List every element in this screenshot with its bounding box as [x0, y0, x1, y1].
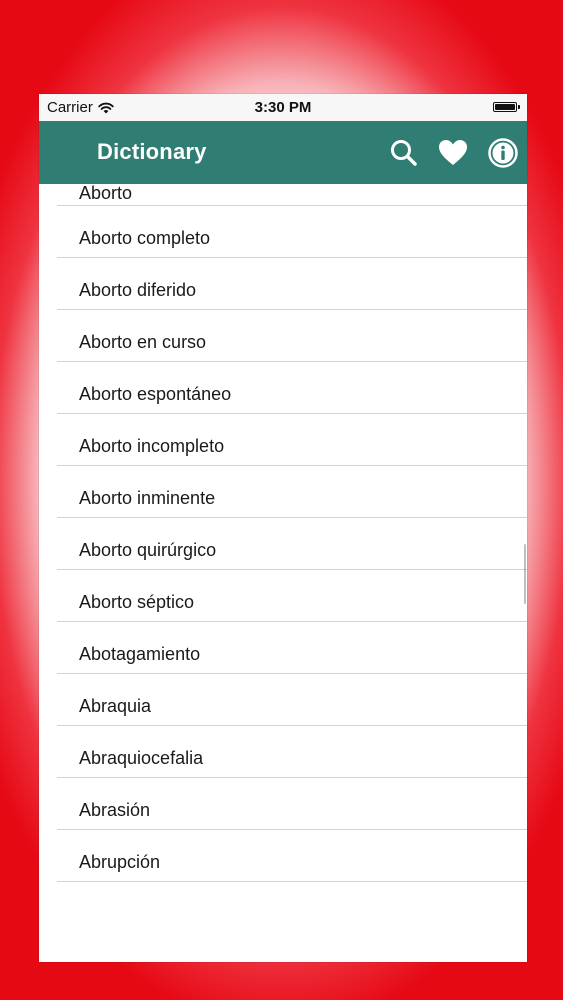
list-item-label: Aborto	[79, 184, 133, 203]
list-item-label: Abraquia	[79, 696, 152, 716]
list-item[interactable]: Abrupción	[39, 830, 527, 882]
list-item-label: Aborto en curso	[79, 332, 207, 352]
list-item-label: Abotagamiento	[79, 644, 201, 664]
list-item-label: Abrasión	[79, 800, 151, 820]
list-item[interactable]: Aborto	[39, 184, 527, 206]
list-item[interactable]: Aborto incompleto	[39, 414, 527, 466]
list-item-label: Aborto espontáneo	[79, 384, 232, 404]
list-item[interactable]: Aborto quirúrgico	[39, 518, 527, 570]
list-item[interactable]: Abrasión	[39, 778, 527, 830]
list-item[interactable]: Aborto inminente	[39, 466, 527, 518]
list-item[interactable]: Abraquiocefalia	[39, 726, 527, 778]
scrollbar[interactable]	[524, 544, 526, 604]
list-item-label: Aborto inminente	[79, 488, 216, 508]
search-icon[interactable]	[388, 137, 420, 169]
status-bar: Carrier 3:30 PM	[39, 94, 527, 121]
list-item-label: Abrupción	[79, 852, 161, 872]
list-item-label: Aborto completo	[79, 228, 211, 248]
battery-fill	[495, 104, 515, 110]
list-item[interactable]: Aborto espontáneo	[39, 362, 527, 414]
nav-bar: Dictionary	[39, 121, 527, 184]
list-item[interactable]: Aborto séptico	[39, 570, 527, 622]
list-item[interactable]: Aborto en curso	[39, 310, 527, 362]
list-item[interactable]: Abraquia	[39, 674, 527, 726]
phone-screen: Carrier 3:30 PM Dictionary Aborto Aborto…	[39, 94, 527, 962]
list-item-label: Abraquiocefalia	[79, 748, 204, 768]
list-item-label: Aborto incompleto	[79, 436, 225, 456]
word-list: Aborto Aborto completo Aborto diferido A…	[39, 184, 527, 882]
status-time: 3:30 PM	[254, 99, 312, 116]
list-item[interactable]: Aborto diferido	[39, 258, 527, 310]
list-item-label: Aborto quirúrgico	[79, 540, 217, 560]
list-item[interactable]: Aborto completo	[39, 206, 527, 258]
list-item[interactable]: Abotagamiento	[39, 622, 527, 674]
info-icon[interactable]	[487, 137, 519, 169]
nav-title: Dictionary	[97, 139, 207, 164]
list-item-label: Aborto séptico	[79, 592, 195, 612]
list-item-label: Aborto diferido	[79, 280, 197, 300]
heart-icon[interactable]	[437, 137, 469, 169]
battery-icon	[493, 102, 520, 112]
